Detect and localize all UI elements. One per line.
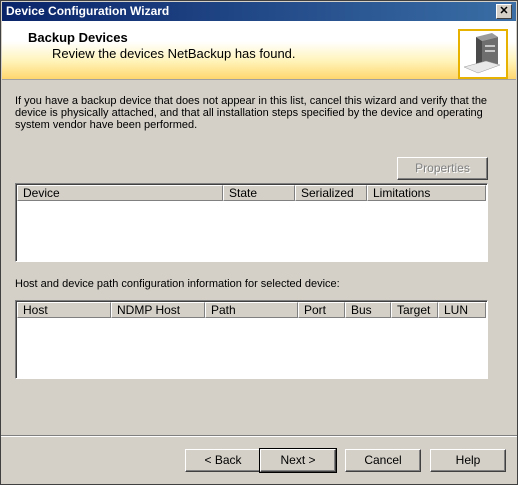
col-header-limitations[interactable]: Limitations [367,185,486,201]
col-header-path[interactable]: Path [205,302,298,318]
close-button[interactable]: ✕ [496,4,512,19]
help-button-label: Help [455,453,481,467]
col-header-lun[interactable]: LUN [438,302,486,318]
cancel-button-label: Cancel [364,453,402,467]
wizard-window: Device Configuration Wizard ✕ Backup Dev… [0,0,518,485]
col-header-device[interactable]: Device [17,185,223,201]
col-header-ndmp-host[interactable]: NDMP Host [111,302,205,318]
col-header-bus[interactable]: Bus [345,302,391,318]
footer-separator [1,435,517,437]
col-header-state[interactable]: State [223,185,295,201]
back-button[interactable]: < Back [185,449,261,472]
title-bar[interactable]: Device Configuration Wizard ✕ [2,2,516,21]
page-title: Backup Devices [28,30,128,45]
col-header-target[interactable]: Target [391,302,438,318]
properties-button[interactable]: Properties [397,157,488,180]
devices-list[interactable]: Device State Serialized Limitations [15,183,488,262]
help-button[interactable]: Help [430,449,506,472]
instructions-text: If you have a backup device that does no… [15,95,488,131]
window-title: Device Configuration Wizard [6,4,170,18]
path-info-label: Host and device path configuration infor… [15,278,340,290]
next-button-label: Next > [280,453,316,467]
device-paths-list[interactable]: Host NDMP Host Path Port Bus Target LUN [15,300,488,379]
server-computer-icon [458,29,508,79]
next-button[interactable]: Next > [259,448,337,473]
properties-button-label: Properties [415,161,470,175]
wizard-header: Backup Devices Review the devices NetBac… [2,21,516,80]
page-subtitle: Review the devices NetBackup has found. [52,46,296,61]
col-header-serialized[interactable]: Serialized [295,185,367,201]
close-icon: ✕ [499,5,509,17]
col-header-port[interactable]: Port [298,302,345,318]
cancel-button[interactable]: Cancel [345,449,421,472]
back-button-label: < Back [204,453,242,467]
col-header-host[interactable]: Host [17,302,111,318]
